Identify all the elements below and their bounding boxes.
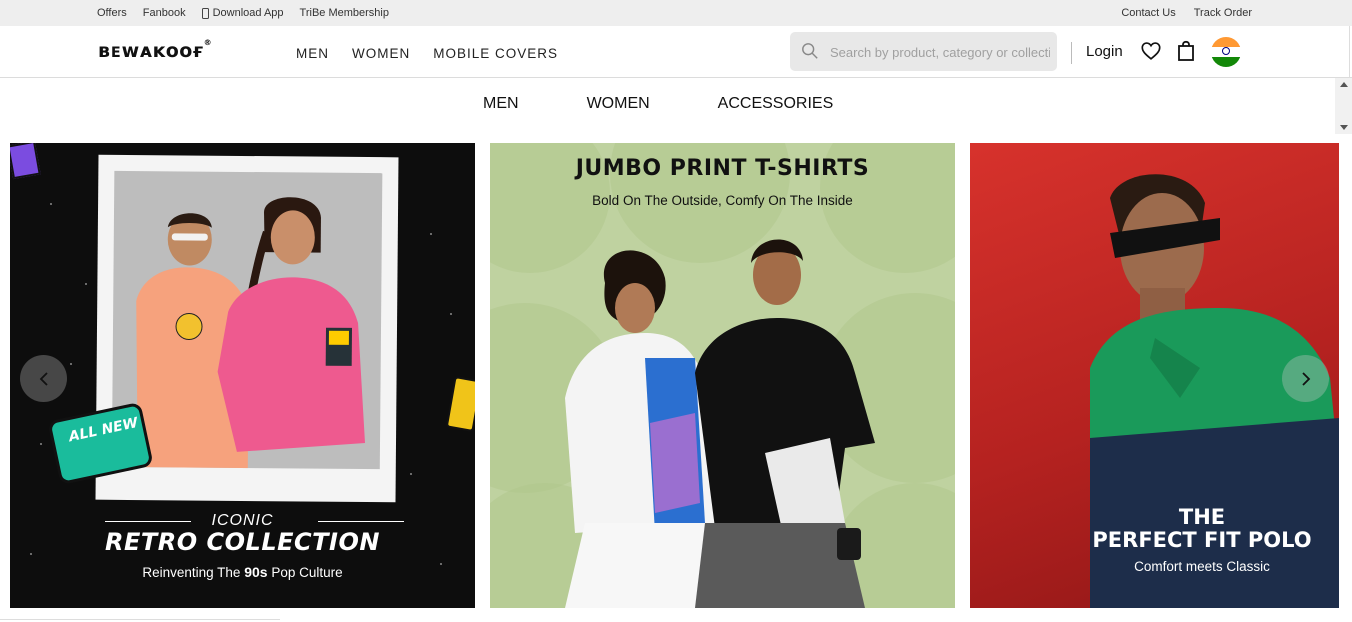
banner-title: JUMBO PRINT T-SHIRTS xyxy=(575,156,870,181)
nav-mobile-covers[interactable]: MOBILE COVERS xyxy=(433,46,558,61)
banner-jumbo-print[interactable]: JUMBO PRINT T-SHIRTS Bold On The Outside… xyxy=(490,143,955,608)
tribe-membership-link[interactable]: TriBe Membership xyxy=(300,7,389,19)
banner-title-line2: PERFECT FIT POLO xyxy=(1092,528,1312,552)
search-input[interactable] xyxy=(830,41,1050,63)
banner-subtitle: Reinventing The 90s Pop Culture xyxy=(142,564,343,580)
category-accessories[interactable]: ACCESSORIES xyxy=(718,95,834,113)
utility-bar: Offers Fanbook Download App TriBe Member… xyxy=(0,0,1352,26)
phone-icon xyxy=(201,7,209,19)
category-women[interactable]: WOMEN xyxy=(587,95,650,113)
fanbook-link[interactable]: Fanbook xyxy=(143,7,186,19)
download-app-label: Download App xyxy=(212,7,284,19)
logo-registered-mark: ® xyxy=(203,38,213,47)
banner-title: RETRO COLLECTION xyxy=(105,528,380,556)
banner-subtitle: Bold On The Outside, Comfy On The Inside xyxy=(592,193,853,208)
utility-links-left: Offers Fanbook Download App TriBe Member… xyxy=(97,7,389,19)
brand-logo[interactable]: ʙᴇᴡᴀᴋᴏᴏғ® xyxy=(98,38,213,62)
search-icon xyxy=(802,43,818,59)
nav-women[interactable]: WOMEN xyxy=(352,46,410,61)
chevron-left-icon xyxy=(39,371,48,386)
chevron-right-icon xyxy=(1301,371,1310,386)
main-nav: MEN WOMEN MOBILE COVERS xyxy=(296,46,558,61)
india-flag-icon[interactable] xyxy=(1211,37,1241,67)
header-divider xyxy=(1071,42,1072,64)
scroll-up-arrow-icon[interactable] xyxy=(1340,82,1348,87)
search-box[interactable] xyxy=(790,32,1057,71)
all-new-sticker-text: ALL NEW xyxy=(67,414,140,446)
logo-text: ʙᴇᴡᴀᴋᴏᴏғ xyxy=(98,40,204,62)
models-photo xyxy=(565,239,875,608)
login-link[interactable]: Login xyxy=(1086,43,1123,60)
main-header: ʙᴇᴡᴀᴋᴏᴏғ® MEN WOMEN MOBILE COVERS Login xyxy=(0,26,1352,78)
contact-us-link[interactable]: Contact Us xyxy=(1121,7,1175,19)
retro-sticker-icon xyxy=(10,143,41,180)
section-divider xyxy=(0,619,280,620)
nav-men[interactable]: MEN xyxy=(296,46,329,61)
carousel-next-button[interactable] xyxy=(1282,355,1329,402)
banner-title-line1: THE xyxy=(1178,505,1226,529)
utility-links-right: Contact Us Track Order xyxy=(1121,7,1252,19)
banner-subtitle: Comfort meets Classic xyxy=(1134,559,1270,574)
category-nav: MEN WOMEN ACCESSORIES xyxy=(483,95,833,113)
female-model-figure xyxy=(217,197,366,452)
offers-link[interactable]: Offers xyxy=(97,7,127,19)
track-order-link[interactable]: Track Order xyxy=(1194,7,1252,19)
scroll-down-arrow-icon[interactable] xyxy=(1340,125,1348,130)
bag-icon[interactable] xyxy=(1176,40,1196,62)
category-men[interactable]: MEN xyxy=(483,95,519,113)
models-photo xyxy=(111,170,383,470)
heart-icon[interactable] xyxy=(1140,40,1162,62)
category-nav-scrollbar[interactable] xyxy=(1335,78,1352,134)
carousel-prev-button[interactable] xyxy=(20,355,67,402)
banner-retro-collection[interactable]: ALL NEW ICONIC RETRO COLLECTION Reinvent… xyxy=(10,143,475,608)
gameboy-sticker-icon xyxy=(445,375,475,433)
page-edge-line xyxy=(1349,26,1350,78)
download-app-link[interactable]: Download App xyxy=(201,7,284,19)
